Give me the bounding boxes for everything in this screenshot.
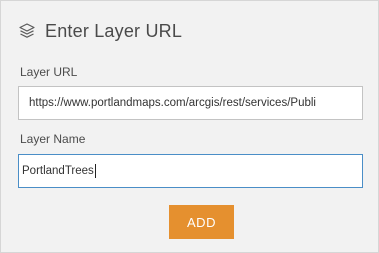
layer-name-input[interactable]: PortlandTrees	[18, 154, 363, 188]
text-caret	[94, 164, 96, 178]
layer-name-value: PortlandTrees	[22, 165, 94, 177]
layer-url-label: Layer URL	[20, 65, 78, 79]
panel-title: Enter Layer URL	[45, 20, 183, 41]
panel-header: Enter Layer URL	[18, 18, 182, 44]
add-button[interactable]: ADD	[169, 205, 234, 239]
layer-name-label: Layer Name	[20, 132, 86, 146]
layer-url-input[interactable]: https://www.portlandmaps.com/arcgis/rest…	[18, 86, 363, 120]
layers-icon	[18, 22, 36, 40]
layer-url-value: https://www.portlandmaps.com/arcgis/rest…	[29, 97, 316, 109]
add-layer-panel: Enter Layer URL Layer URL https://www.po…	[0, 0, 379, 253]
